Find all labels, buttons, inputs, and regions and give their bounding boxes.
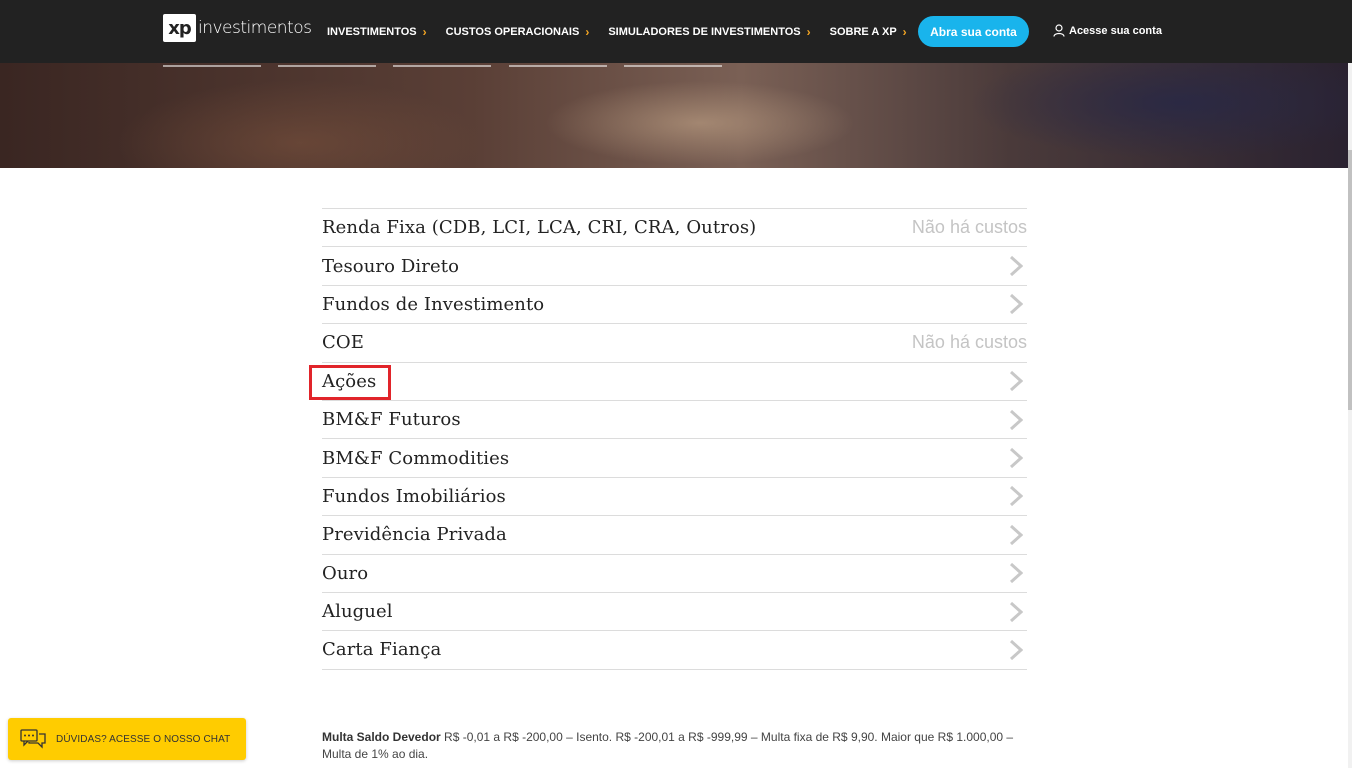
- chevron-right-icon: [1009, 524, 1023, 545]
- row-label: COE: [322, 332, 364, 354]
- nav-label: SOBRE A XP: [829, 25, 897, 38]
- cost-row-previdencia-privada[interactable]: Previdência Privada: [322, 516, 1027, 555]
- tab-underline: [163, 65, 261, 67]
- hero-banner: [0, 63, 1348, 168]
- chevron-right-icon: [1009, 563, 1023, 584]
- cost-row-ouro[interactable]: Ouro: [322, 555, 1027, 593]
- main-nav: INVESTIMENTOS › CUSTOS OPERACIONAIS › SI…: [327, 0, 926, 63]
- chevron-right-icon: [1009, 409, 1023, 430]
- row-note: Não há custos: [911, 332, 1027, 353]
- operational-costs-list: Renda Fixa (CDB, LCI, LCA, CRI, CRA, Out…: [309, 208, 1027, 670]
- cost-row-coe: COE Não há custos: [322, 324, 1027, 363]
- chevron-right-icon: [1009, 371, 1023, 392]
- cost-row-tesouro-direto[interactable]: Tesouro Direto: [322, 247, 1027, 286]
- row-note: Não há custos: [911, 217, 1027, 238]
- nav-sobre-a-xp[interactable]: SOBRE A XP ›: [830, 25, 907, 39]
- nav-investimentos[interactable]: INVESTIMENTOS ›: [327, 25, 427, 39]
- cost-row-carta-fianca[interactable]: Carta Fiança: [322, 631, 1027, 670]
- login-link[interactable]: Acesse sua conta: [1053, 24, 1162, 37]
- row-label: Fundos de Investimento: [322, 293, 545, 315]
- logo-mark: xp: [163, 14, 196, 42]
- cost-row-fundos-imobiliarios[interactable]: Fundos Imobiliários: [322, 478, 1027, 517]
- scrollbar-thumb[interactable]: [1348, 150, 1352, 410]
- highlight-box: [309, 364, 391, 400]
- open-account-button[interactable]: Abra sua conta: [918, 16, 1029, 47]
- xp-logo[interactable]: xp investimentos: [163, 14, 312, 42]
- row-label: Ouro: [322, 562, 369, 584]
- tab-underline: [278, 65, 376, 67]
- tab-underline: [509, 65, 607, 67]
- chevron-right-icon: [1009, 447, 1023, 469]
- row-label: Renda Fixa (CDB, LCI, LCA, CRI, CRA, Out…: [322, 217, 757, 239]
- tab-underline: [624, 65, 722, 67]
- nav-label: SIMULADORES DE INVESTIMENTOS: [608, 25, 801, 38]
- nav-label: CUSTOS OPERACIONAIS: [445, 25, 580, 38]
- row-label: Carta Fiança: [322, 639, 442, 661]
- cost-row-bmf-commodities[interactable]: BM&F Commodities: [322, 439, 1027, 478]
- nav-custos-operacionais[interactable]: CUSTOS OPERACIONAIS ›: [446, 25, 590, 39]
- chevron-right-icon: ›: [806, 24, 811, 39]
- chat-label: DÚVIDAS? ACESSE O NOSSO CHAT: [56, 733, 231, 745]
- chevron-right-icon: [1009, 639, 1023, 661]
- login-label: Acesse sua conta: [1069, 24, 1162, 37]
- chat-button[interactable]: DÚVIDAS? ACESSE O NOSSO CHAT: [8, 718, 246, 760]
- cost-row-bmf-futuros[interactable]: BM&F Futuros: [322, 401, 1027, 440]
- page-scrollbar[interactable]: [1348, 0, 1352, 768]
- chevron-right-icon: [1009, 601, 1023, 622]
- nav-label: INVESTIMENTOS: [327, 25, 417, 38]
- chevron-right-icon: ›: [902, 24, 907, 39]
- cost-row-renda-fixa: Renda Fixa (CDB, LCI, LCA, CRI, CRA, Out…: [322, 209, 1027, 248]
- row-label: Previdência Privada: [322, 524, 507, 546]
- user-icon: [1053, 24, 1065, 37]
- row-label: BM&F Futuros: [322, 409, 461, 431]
- chevron-right-icon: ›: [422, 24, 427, 39]
- cost-row-fundos-investimento[interactable]: Fundos de Investimento: [322, 286, 1027, 325]
- chevron-right-icon: [1009, 294, 1023, 315]
- nav-simuladores[interactable]: SIMULADORES DE INVESTIMENTOS ›: [608, 25, 810, 39]
- chevron-right-icon: [1009, 255, 1023, 277]
- chevron-right-icon: ›: [585, 24, 590, 39]
- row-label: Tesouro Direto: [322, 255, 460, 277]
- cost-row-acoes[interactable]: Ações: [309, 363, 1027, 401]
- cost-row-aluguel[interactable]: Aluguel: [322, 593, 1027, 632]
- tab-underline: [393, 65, 491, 67]
- row-label: Aluguel: [322, 601, 393, 623]
- top-navigation-bar: xp investimentos INVESTIMENTOS › CUSTOS …: [0, 0, 1352, 63]
- footnote: Multa Saldo Devedor R$ -0,01 a R$ -200,0…: [322, 729, 1027, 763]
- row-label: BM&F Commodities: [322, 447, 510, 469]
- chat-icon: [20, 729, 46, 749]
- logo-text: investimentos: [198, 18, 312, 38]
- chevron-right-icon: [1009, 486, 1023, 507]
- row-label: Fundos Imobiliários: [322, 485, 506, 507]
- footnote-title: Multa Saldo Devedor: [322, 730, 441, 744]
